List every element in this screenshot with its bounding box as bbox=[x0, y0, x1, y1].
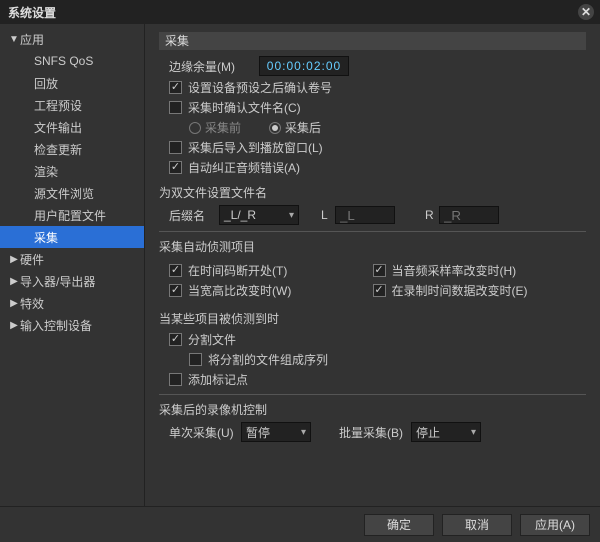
autodetect-rectime-label: 在录制时间数据改变时(E) bbox=[392, 282, 528, 299]
sidebar-group-硬件[interactable]: ▶硬件 bbox=[0, 248, 144, 270]
triangle-down-icon[interactable]: ▼ bbox=[8, 34, 20, 45]
sidebar-group-输入控制设备[interactable]: ▶输入控制设备 bbox=[0, 314, 144, 336]
group-label-text: 将分割的文件组成序列 bbox=[208, 351, 328, 368]
timing-after-label: 采集后 bbox=[285, 119, 321, 136]
sidebar-item-label: 源文件浏览 bbox=[34, 185, 94, 202]
triangle-right-icon[interactable]: ▶ bbox=[8, 298, 20, 309]
L-label: L bbox=[321, 208, 335, 222]
addmarker-label: 添加标记点 bbox=[188, 371, 248, 388]
sidebar-item-label: 采集 bbox=[34, 229, 58, 246]
sidebar-group-应用[interactable]: ▼应用 bbox=[0, 28, 144, 50]
triangle-right-icon[interactable]: ▶ bbox=[8, 276, 20, 287]
confirm-filename-checkbox[interactable] bbox=[169, 101, 182, 114]
sidebar-item-回放[interactable]: 回放 bbox=[0, 72, 144, 94]
sidebar-item-label: 导入器/导出器 bbox=[20, 273, 95, 290]
autodetect-timecode-label: 在时间码断开处(T) bbox=[188, 262, 287, 279]
autodetect-samplerate-label: 当音频采样率改变时(H) bbox=[392, 262, 517, 279]
sidebar-item-label: 硬件 bbox=[20, 251, 44, 268]
window-title: 系统设置 bbox=[8, 4, 56, 21]
sidebar-item-label: 检查更新 bbox=[34, 141, 82, 158]
R-label: R bbox=[425, 208, 439, 222]
close-icon[interactable]: ✕ bbox=[578, 4, 594, 20]
sidebar-item-渲染[interactable]: 渲染 bbox=[0, 160, 144, 182]
sidebar-item-label: 工程预设 bbox=[34, 97, 82, 114]
sidebar-item-label: SNFS QoS bbox=[34, 54, 93, 68]
group-checkbox[interactable] bbox=[189, 353, 202, 366]
recorderctrl-title: 采集后的录像机控制 bbox=[159, 401, 586, 418]
sidebar-item-采集[interactable]: 采集 bbox=[0, 226, 144, 248]
dualfile-title: 为双文件设置文件名 bbox=[159, 184, 586, 201]
sidebar-item-label: 应用 bbox=[20, 31, 44, 48]
ok-button[interactable]: 确定 bbox=[364, 514, 434, 536]
suffix-label: 后缀名 bbox=[169, 207, 219, 224]
sidebar-item-文件输出[interactable]: 文件输出 bbox=[0, 116, 144, 138]
sidebar-item-label: 输入控制设备 bbox=[20, 317, 92, 334]
single-capture-dropdown[interactable]: 暂停▾ bbox=[241, 422, 311, 442]
autodetect-rectime-checkbox[interactable] bbox=[373, 284, 386, 297]
ondetect-title: 当某些项目被侦测到时 bbox=[159, 310, 586, 327]
sidebar-item-检查更新[interactable]: 检查更新 bbox=[0, 138, 144, 160]
timing-before-label: 采集前 bbox=[205, 119, 241, 136]
L-input[interactable] bbox=[335, 206, 395, 224]
sidebar-item-用户配置文件[interactable]: 用户配置文件 bbox=[0, 204, 144, 226]
sidebar-item-工程预设[interactable]: 工程预设 bbox=[0, 94, 144, 116]
titlebar: 系统设置 ✕ bbox=[0, 0, 600, 24]
sidebar-item-label: 渲染 bbox=[34, 163, 58, 180]
fix-audio-label: 自动纠正音频错误(A) bbox=[188, 159, 300, 176]
batch-capture-dropdown[interactable]: 停止▾ bbox=[411, 422, 481, 442]
sidebar-item-label: 特效 bbox=[20, 295, 44, 312]
suffix-dropdown[interactable]: _L/_R▾ bbox=[219, 205, 299, 225]
footer: 确定 取消 应用(A) bbox=[0, 506, 600, 542]
margin-label: 边缘余量(M) bbox=[169, 58, 259, 75]
import-to-player-label: 采集后导入到播放窗口(L) bbox=[188, 139, 323, 156]
autodetect-title: 采集自动侦测项目 bbox=[159, 238, 586, 255]
apply-button[interactable]: 应用(A) bbox=[520, 514, 590, 536]
main-panel: 采集 边缘余量(M) 00:00:02:00 设置设备预设之后确认卷号 采集时确… bbox=[145, 24, 600, 506]
confirm-reel-label: 设置设备预设之后确认卷号 bbox=[188, 79, 332, 96]
confirm-filename-label: 采集时确认文件名(C) bbox=[188, 99, 301, 116]
split-checkbox[interactable] bbox=[169, 333, 182, 346]
sidebar: ▼应用 SNFS QoS 回放工程预设文件输出检查更新渲染源文件浏览用户配置文件采集… bbox=[0, 24, 145, 506]
batch-capture-label: 批量采集(B) bbox=[339, 424, 411, 441]
autodetect-aspect-label: 当宽高比改变时(W) bbox=[188, 282, 291, 299]
sidebar-item-label: 回放 bbox=[34, 75, 58, 92]
sidebar-item-label: 文件输出 bbox=[34, 119, 82, 136]
triangle-right-icon[interactable]: ▶ bbox=[8, 254, 20, 265]
panel-title: 采集 bbox=[159, 32, 586, 50]
confirm-reel-checkbox[interactable] bbox=[169, 81, 182, 94]
R-input[interactable] bbox=[439, 206, 499, 224]
addmarker-checkbox[interactable] bbox=[169, 373, 182, 386]
autodetect-timecode-checkbox[interactable] bbox=[169, 264, 182, 277]
sidebar-item-源文件浏览[interactable]: 源文件浏览 bbox=[0, 182, 144, 204]
import-to-player-checkbox[interactable] bbox=[169, 141, 182, 154]
sidebar-item-SNFS QoS[interactable]: SNFS QoS bbox=[0, 50, 144, 72]
sidebar-group-特效[interactable]: ▶特效 bbox=[0, 292, 144, 314]
fix-audio-checkbox[interactable] bbox=[169, 161, 182, 174]
autodetect-samplerate-checkbox[interactable] bbox=[373, 264, 386, 277]
timing-before-radio[interactable] bbox=[189, 122, 201, 134]
triangle-right-icon[interactable]: ▶ bbox=[8, 320, 20, 331]
sidebar-item-label: 用户配置文件 bbox=[34, 207, 106, 224]
split-label: 分割文件 bbox=[188, 331, 236, 348]
single-capture-label: 单次采集(U) bbox=[169, 424, 241, 441]
timing-after-radio[interactable] bbox=[269, 122, 281, 134]
sidebar-group-导入器/导出器[interactable]: ▶导入器/导出器 bbox=[0, 270, 144, 292]
cancel-button[interactable]: 取消 bbox=[442, 514, 512, 536]
autodetect-aspect-checkbox[interactable] bbox=[169, 284, 182, 297]
margin-timecode[interactable]: 00:00:02:00 bbox=[259, 56, 349, 76]
